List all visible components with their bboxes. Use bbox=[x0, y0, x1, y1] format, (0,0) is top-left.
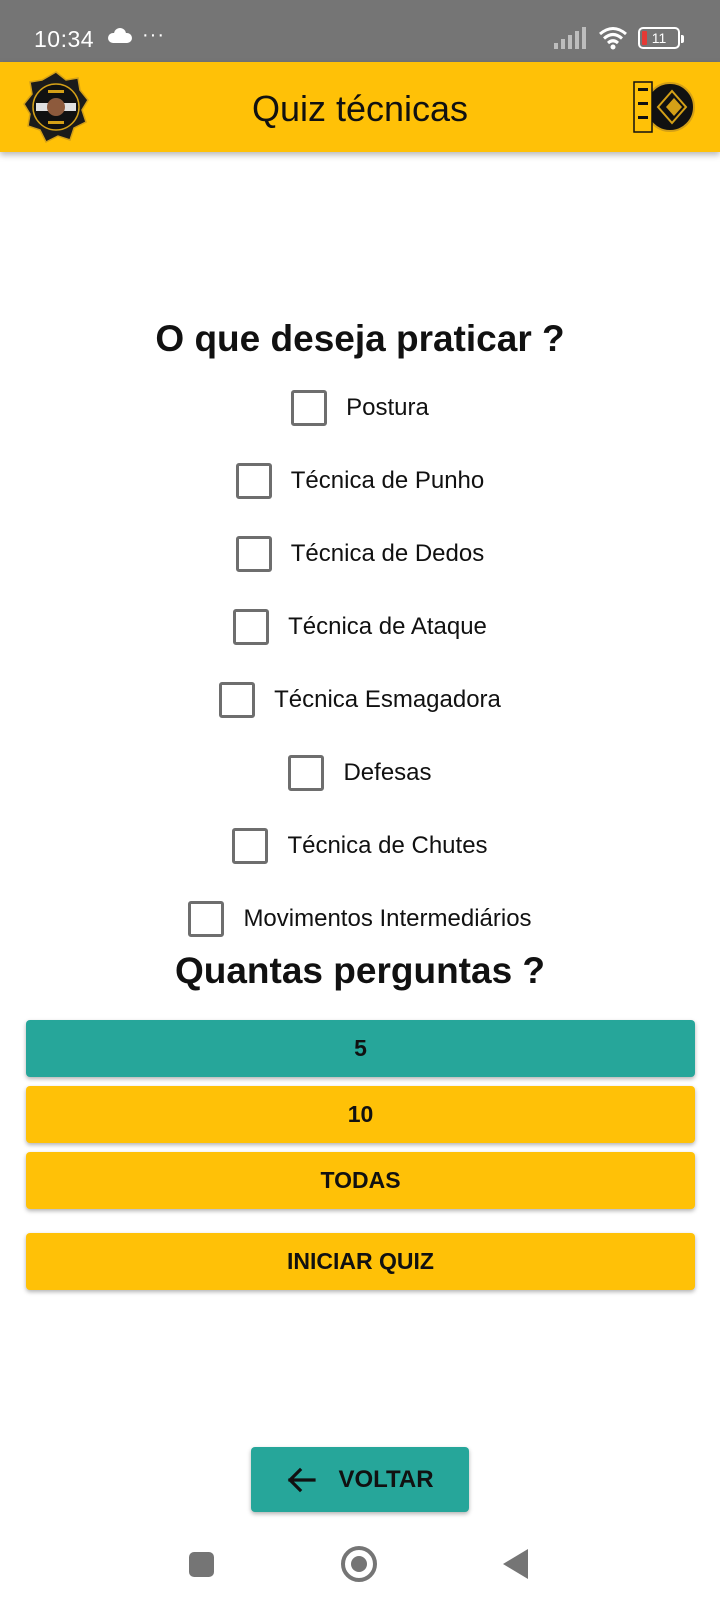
status-time: 10:34 bbox=[34, 26, 95, 52]
checkbox[interactable] bbox=[235, 536, 272, 572]
home-circle-icon[interactable] bbox=[341, 1546, 377, 1582]
option-label: Defesas bbox=[343, 759, 432, 786]
option-tecnica-de-ataque[interactable]: Técnica de Ataque bbox=[0, 607, 720, 647]
practice-heading: O que deseja praticar ? bbox=[155, 318, 565, 359]
option-tecnica-esmagadora[interactable]: Técnica Esmagadora bbox=[0, 680, 720, 720]
option-tecnica-de-chutes[interactable]: Técnica de Chutes bbox=[0, 826, 720, 866]
option-label: Técnica de Punho bbox=[290, 467, 485, 494]
checkbox[interactable] bbox=[188, 901, 225, 937]
more-dots-icon: ··· bbox=[142, 24, 165, 46]
checkbox[interactable] bbox=[219, 682, 256, 718]
option-label: Técnica de Chutes bbox=[287, 832, 488, 859]
signal-icon bbox=[554, 27, 586, 49]
option-tecnica-de-dedos[interactable]: Técnica de Dedos bbox=[0, 534, 720, 574]
count-5-button[interactable]: 5 bbox=[26, 1020, 695, 1077]
app-title: Quiz técnicas bbox=[251, 88, 469, 129]
wifi-icon bbox=[599, 27, 627, 50]
sankonryu-logo bbox=[633, 81, 695, 133]
count-heading: Quantas perguntas ? bbox=[174, 950, 546, 991]
checkbox[interactable] bbox=[232, 828, 269, 864]
option-label: Técnica de Dedos bbox=[290, 540, 485, 567]
arrow-left-icon bbox=[288, 1467, 317, 1492]
status-bar: 10:34 ··· 11 bbox=[0, 0, 720, 62]
recents-square-icon[interactable] bbox=[189, 1552, 214, 1577]
option-label: Postura bbox=[346, 394, 429, 421]
option-defesas[interactable]: Defesas bbox=[0, 753, 720, 793]
checkbox[interactable] bbox=[235, 463, 272, 499]
count-10-button[interactable]: 10 bbox=[26, 1086, 695, 1143]
start-quiz-button[interactable]: INICIAR QUIZ bbox=[26, 1233, 695, 1290]
checkbox[interactable] bbox=[233, 609, 270, 645]
back-button[interactable]: VOLTAR bbox=[251, 1447, 469, 1512]
checkbox[interactable] bbox=[288, 755, 325, 791]
checkbox[interactable] bbox=[291, 390, 328, 426]
option-label: Técnica de Ataque bbox=[288, 613, 487, 640]
cloud-icon bbox=[108, 28, 132, 43]
option-label: Técnica Esmagadora bbox=[274, 686, 501, 713]
option-label: Movimentos Intermediários bbox=[243, 905, 532, 932]
option-postura[interactable]: Postura bbox=[0, 388, 720, 428]
back-label: VOLTAR bbox=[338, 1465, 434, 1493]
battery-icon: 11 bbox=[638, 27, 684, 49]
nav-bar bbox=[0, 1525, 720, 1600]
option-movimentos-intermediarios[interactable]: Movimentos Intermediários bbox=[0, 899, 720, 939]
option-tecnica-de-punho[interactable]: Técnica de Punho bbox=[0, 461, 720, 501]
app-bar: Quiz técnicas bbox=[0, 62, 720, 152]
back-triangle-icon[interactable] bbox=[503, 1549, 528, 1579]
battery-level: 11 bbox=[651, 30, 667, 46]
count-all-button[interactable]: TODAS bbox=[26, 1152, 695, 1209]
